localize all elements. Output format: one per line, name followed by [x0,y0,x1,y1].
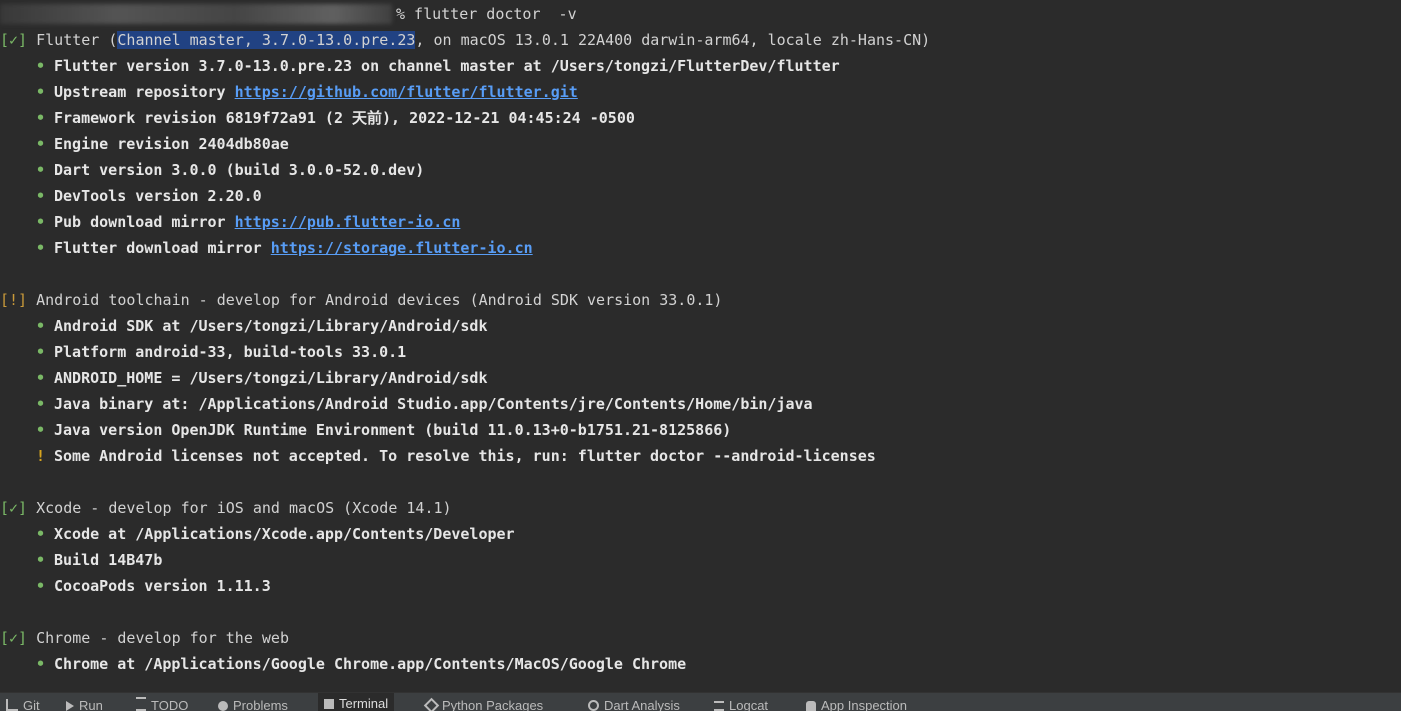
bullet-icon: • [36,135,46,153]
android-warning-text: Some Android licenses not accepted. To r… [54,447,876,465]
terminal-output[interactable]: % flutter doctor -v [✓] Flutter (Channel… [0,0,1401,692]
tab-python-packages[interactable]: Python Packages [423,697,544,711]
android-item: • Java binary at: /Applications/Android S… [36,391,813,417]
bullet-icon: • [36,161,46,179]
flutter-status-check: [✓] [0,31,28,49]
flutter-item-text: Flutter version 3.7.0-13.0.pre.23 on cha… [54,57,840,75]
chrome-status-check: [✓] [0,629,28,647]
bullet-icon: • [36,187,46,205]
chrome-item-text: Chrome at /Applications/Google Chrome.ap… [54,655,687,673]
flutter-item: • Framework revision 6819f72a91 (2 天前), 2… [36,105,635,131]
android-warning-item: ! Some Android licenses not accepted. To … [36,443,876,469]
chrome-item: • Chrome at /Applications/Google Chrome.a… [36,651,686,677]
flutter-item: • DevTools version 2.20.0 [36,183,262,209]
tab-app-inspection[interactable]: App Inspection [806,697,907,711]
xcode-status-check: [✓] [0,499,28,517]
android-item: • Platform android-33, build-tools 33.0.1 [36,339,406,365]
bullet-icon: • [36,109,46,127]
chrome-header: Chrome - develop for the web [36,629,289,647]
tab-dart-analysis-label: Dart Analysis [604,698,680,711]
bullet-icon: • [36,369,46,387]
list-icon [136,697,146,711]
storage-mirror-link[interactable]: https://storage.flutter-io.cn [271,239,533,257]
bullet-icon: • [36,239,46,257]
flutter-header-selected-text: Channel master, 3.7.0-13.0.pre.23 [117,31,416,49]
command-line: % flutter doctor -v [396,5,577,23]
flutter-header-rest: , on macOS 13.0.1 22A400 darwin-arm64, l… [415,31,931,49]
tab-todo[interactable]: TODO [136,697,188,711]
android-header: Android toolchain - develop for Android … [36,291,723,309]
tab-logcat-label: Logcat [729,698,769,711]
tool-window-bar: Git Run TODO Problems Terminal Python Pa… [0,692,1401,711]
android-status-line: [!] Android toolchain - develop for Andr… [0,287,722,313]
bullet-icon: • [36,57,46,75]
terminal-icon [324,699,334,709]
xcode-status-line: [✓] Xcode - develop for iOS and macOS (X… [0,495,452,521]
bullet-icon: • [36,577,46,595]
flutter-item-text: Dart version 3.0.0 (build 3.0.0-52.0.dev… [54,161,425,179]
bullet-icon: • [36,343,46,361]
flutter-status-line: [✓] Flutter (Channel master, 3.7.0-13.0.… [0,27,930,53]
android-item-text: Java version OpenJDK Runtime Environment… [54,421,732,439]
android-item-text: Platform android-33, build-tools 33.0.1 [54,343,407,361]
tab-terminal[interactable]: Terminal [318,693,395,711]
tab-terminal-label: Terminal [339,696,389,711]
flutter-item-label: Upstream repository [54,83,235,101]
flutter-item: • Flutter version 3.7.0-13.0.pre.23 on ch… [36,53,840,79]
tab-problems-label: Problems [233,698,288,711]
blurred-prompt-path [0,4,392,24]
tab-problems[interactable]: Problems [218,697,288,711]
flutter-item: • Dart version 3.0.0 (build 3.0.0-52.0.de… [36,157,424,183]
pub-mirror-link[interactable]: https://pub.flutter-io.cn [235,213,461,231]
flutter-item: • Flutter download mirror https://storage… [36,235,533,261]
xcode-item-text: CocoaPods version 1.11.3 [54,577,271,595]
xcode-item: • Xcode at /Applications/Xcode.app/Conten… [36,521,515,547]
git-branch-icon [6,699,18,711]
android-item: • ANDROID_HOME = /Users/tongzi/Library/An… [36,365,487,391]
android-item-text: ANDROID_HOME = /Users/tongzi/Library/And… [54,369,488,387]
upstream-repository-link[interactable]: https://github.com/flutter/flutter.git [235,83,578,101]
bullet-icon: • [36,395,46,413]
chrome-status-line: [✓] Chrome - develop for the web [0,625,289,651]
bullet-icon: • [36,551,46,569]
tab-run-label: Run [79,698,103,711]
xcode-header: Xcode - develop for iOS and macOS (Xcode… [36,499,452,517]
flutter-item-label: Flutter download mirror [54,239,271,257]
tab-git[interactable]: Git [6,697,40,711]
bullet-icon: • [36,525,46,543]
flutter-item-text: Engine revision 2404db80ae [54,135,289,153]
xcode-item-text: Build 14B47b [54,551,163,569]
bullet-icon: • [36,83,46,101]
android-item: • Java version OpenJDK Runtime Environmen… [36,417,731,443]
tab-dart-analysis[interactable]: Dart Analysis [588,697,680,711]
bullet-icon: • [36,655,46,673]
flutter-item-text: DevTools version 2.20.0 [54,187,262,205]
dart-analysis-icon [588,700,599,711]
xcode-item: • Build 14B47b [36,547,162,573]
xcode-item: • CocoaPods version 1.11.3 [36,573,271,599]
flutter-item-text: Framework revision 6819f72a91 (2 天前), 20… [54,109,635,127]
android-item: • Android SDK at /Users/tongzi/Library/An… [36,313,487,339]
flutter-item: • Engine revision 2404db80ae [36,131,289,157]
tab-python-packages-label: Python Packages [442,698,544,711]
android-status-warning: [!] [0,291,28,309]
flutter-item-label: Pub download mirror [54,213,235,231]
bullet-icon: • [36,317,46,335]
tab-logcat[interactable]: Logcat [714,697,768,711]
xcode-item-text: Xcode at /Applications/Xcode.app/Content… [54,525,515,543]
bullet-icon: • [36,421,46,439]
tab-app-inspection-label: App Inspection [821,698,908,711]
tab-git-label: Git [23,698,40,711]
package-icon [423,697,440,711]
android-item-text: Android SDK at /Users/tongzi/Library/And… [54,317,488,335]
flutter-item: • Upstream repository https://github.com/… [36,79,578,105]
flutter-item: • Pub download mirror https://pub.flutter… [36,209,460,235]
bullet-icon: • [36,213,46,231]
android-item-text: Java binary at: /Applications/Android St… [54,395,813,413]
warning-icon: ! [36,447,46,465]
flutter-header-name: Flutter ( [36,31,118,49]
tab-todo-label: TODO [151,698,189,711]
tab-run[interactable]: Run [66,697,103,711]
